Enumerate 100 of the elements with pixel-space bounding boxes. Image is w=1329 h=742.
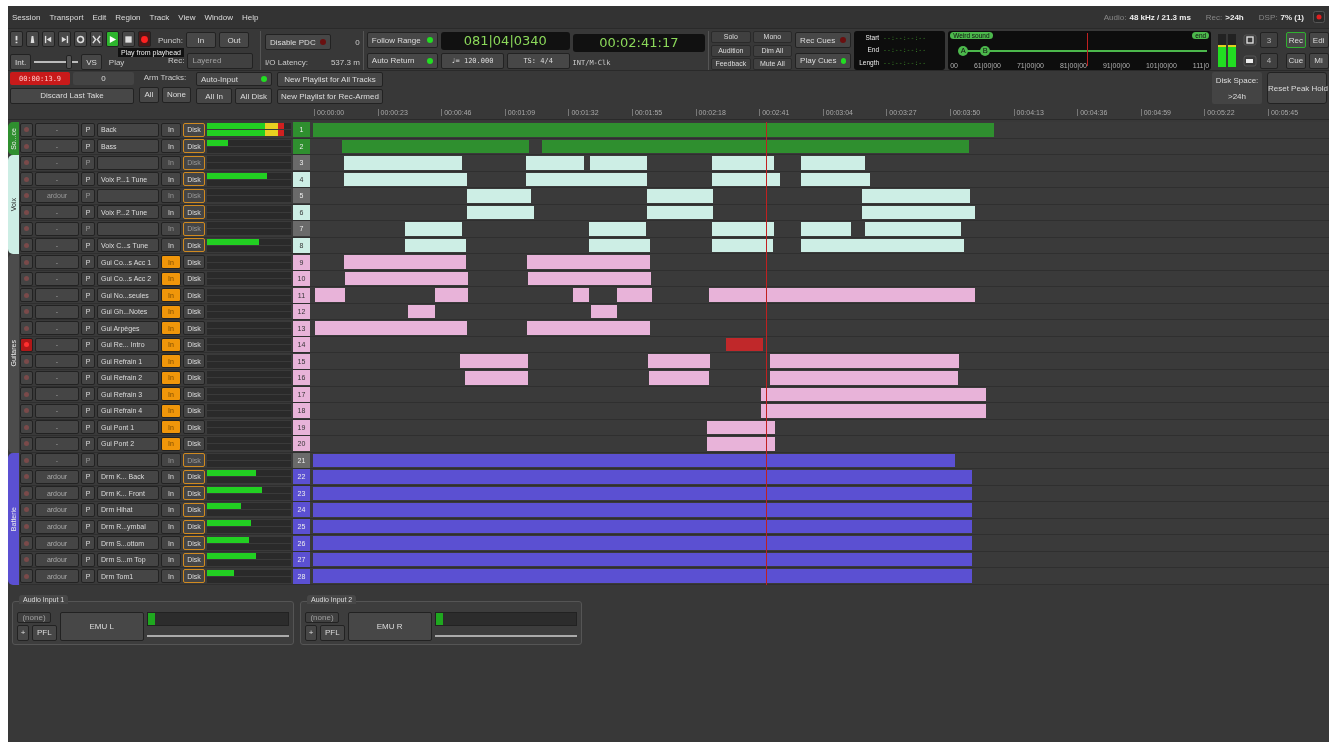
- record-arm-button[interactable]: [20, 469, 33, 484]
- new-playlist-button[interactable]: New Playlist for Rec-Armed: [277, 89, 383, 104]
- record-arm-button[interactable]: [20, 122, 33, 137]
- range-button[interactable]: [90, 31, 103, 47]
- record-arm-button[interactable]: [20, 536, 33, 551]
- record-arm-button[interactable]: [20, 221, 33, 236]
- menu-item[interactable]: Track: [149, 12, 170, 22]
- loop-button[interactable]: [74, 31, 87, 47]
- gain-fader[interactable]: [146, 634, 289, 637]
- audio-region[interactable]: [761, 387, 986, 402]
- page-tab[interactable]: Edi: [1308, 32, 1329, 49]
- timecode-clock[interactable]: 00:02:41:17: [572, 33, 706, 52]
- input-name-button[interactable]: EMU R: [347, 611, 432, 641]
- record-arm-button[interactable]: [20, 271, 33, 286]
- new-playlist-button[interactable]: New Playlist for All Tracks: [277, 72, 383, 87]
- audio-region[interactable]: [801, 238, 964, 253]
- record-button[interactable]: [138, 31, 151, 47]
- counter-button[interactable]: 4: [1259, 52, 1278, 69]
- record-arm-button[interactable]: [20, 139, 33, 154]
- audio-region[interactable]: [801, 172, 870, 187]
- menu-item[interactable]: Region: [115, 12, 141, 22]
- arm-all-button[interactable]: All: [139, 86, 159, 103]
- discard-last-take-button[interactable]: Discard Last Take: [10, 87, 134, 104]
- audio-region[interactable]: [345, 271, 468, 286]
- record-arm-button[interactable]: [20, 420, 33, 435]
- menu-item[interactable]: Window: [204, 12, 233, 22]
- audio-region[interactable]: [405, 238, 466, 253]
- toggle-button[interactable]: Follow Range: [366, 32, 438, 49]
- record-arm-button[interactable]: [20, 321, 33, 336]
- record-arm-button[interactable]: [20, 337, 33, 352]
- arm-none-button[interactable]: None: [161, 86, 191, 103]
- add-button[interactable]: +: [305, 624, 317, 641]
- audio-region[interactable]: [467, 205, 534, 220]
- add-button[interactable]: +: [17, 624, 29, 641]
- audio-region[interactable]: [862, 205, 975, 220]
- reset-peak-hold-button[interactable]: Reset Peak Hold: [1267, 72, 1327, 104]
- audio-region[interactable]: [528, 271, 651, 286]
- error-log-icon[interactable]: [1313, 11, 1325, 23]
- auto-input-button[interactable]: Auto-Input: [196, 72, 272, 86]
- metronome-button[interactable]: [26, 31, 39, 47]
- menu-item[interactable]: Session: [12, 12, 41, 22]
- audio-region[interactable]: [344, 172, 467, 187]
- toggle-button[interactable]: Auto Return: [366, 52, 438, 69]
- end-button[interactable]: [58, 31, 71, 47]
- record-arm-button[interactable]: [20, 503, 33, 517]
- audio-region[interactable]: [465, 370, 528, 385]
- audio-region[interactable]: [707, 420, 775, 435]
- pfl-button[interactable]: PFL: [32, 624, 57, 641]
- play-button[interactable]: [106, 31, 119, 47]
- source-button[interactable]: (none): [17, 611, 51, 623]
- record-arm-button[interactable]: [20, 205, 33, 220]
- record-arm-button[interactable]: [20, 569, 33, 584]
- input-name-button[interactable]: EMU L: [59, 611, 144, 641]
- audio-region[interactable]: [408, 304, 435, 319]
- record-arm-button[interactable]: [20, 403, 33, 418]
- stop-button[interactable]: [122, 31, 135, 47]
- menu-item[interactable]: Transport: [49, 12, 84, 22]
- record-arm-button[interactable]: [20, 172, 33, 187]
- record-arm-button[interactable]: [20, 304, 33, 319]
- page-tab[interactable]: Rec: [1285, 32, 1306, 49]
- punch-out-button[interactable]: Out: [218, 32, 249, 49]
- menu-item[interactable]: Help: [241, 12, 259, 22]
- counter-button[interactable]: 3: [1259, 32, 1278, 49]
- record-arm-button[interactable]: [20, 188, 33, 203]
- bbt-clock[interactable]: 081|04|0340: [441, 31, 570, 50]
- audio-region[interactable]: [770, 370, 958, 385]
- audio-region[interactable]: [591, 304, 617, 319]
- menu-item[interactable]: View: [178, 12, 196, 22]
- panic-button[interactable]: [10, 31, 23, 47]
- shuttle-slider[interactable]: [34, 55, 79, 69]
- record-arm-button[interactable]: [20, 288, 33, 303]
- all-in-button[interactable]: All In: [196, 88, 233, 104]
- record-arm-button[interactable]: [20, 387, 33, 402]
- start-button[interactable]: [42, 31, 55, 47]
- sync-button[interactable]: Int.: [10, 54, 32, 70]
- all-disk-button[interactable]: All Disk: [235, 88, 272, 104]
- page-tab[interactable]: Cue: [1285, 52, 1306, 69]
- varispeed-button[interactable]: VS: [81, 54, 102, 70]
- gain-fader[interactable]: [434, 634, 577, 637]
- record-arm-button[interactable]: [20, 519, 33, 534]
- cues-button[interactable]: Play Cues: [795, 52, 852, 69]
- audio-region[interactable]: [649, 370, 709, 385]
- menu-item[interactable]: Edit: [92, 12, 107, 22]
- audio-region[interactable]: [526, 172, 647, 187]
- record-arm-button[interactable]: [20, 155, 33, 170]
- record-arm-button[interactable]: [20, 436, 33, 451]
- cues-button[interactable]: Rec Cues: [795, 32, 852, 49]
- audio-region[interactable]: [712, 238, 773, 253]
- record-arm-button[interactable]: [20, 453, 33, 468]
- record-arm-button[interactable]: [20, 255, 33, 269]
- window-icon[interactable]: [1242, 34, 1257, 47]
- audio-region[interactable]: [647, 205, 713, 220]
- record-arm-button[interactable]: [20, 370, 33, 385]
- pfl-button[interactable]: PFL: [320, 624, 345, 641]
- source-button[interactable]: (none): [305, 611, 339, 623]
- audio-region[interactable]: [589, 238, 650, 253]
- record-arm-button[interactable]: [20, 552, 33, 567]
- punch-in-button[interactable]: In: [185, 32, 216, 49]
- page-tab[interactable]: Mi: [1308, 52, 1329, 69]
- audio-region[interactable]: [712, 172, 780, 187]
